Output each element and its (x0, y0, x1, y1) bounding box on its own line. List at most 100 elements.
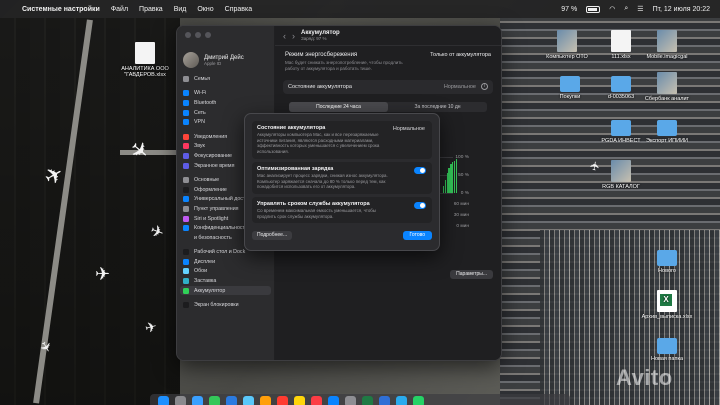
sidebar-item[interactable]: Заставка (177, 276, 274, 286)
menu-file[interactable]: Файл (111, 6, 128, 13)
options-button[interactable]: Параметры... (450, 270, 493, 279)
sidebar-item-label: VPN (194, 119, 205, 126)
launchpad-icon[interactable] (175, 396, 186, 405)
sidebar-item-label: Bluetooth (194, 99, 217, 106)
desktop-folder-icon[interactable]: Экспорт ИПИИИ (640, 116, 694, 144)
calendar-icon[interactable] (277, 396, 288, 405)
desktop-file-icon[interactable]: Сбербанк аналит (640, 72, 694, 102)
zoom-window-button[interactable] (205, 32, 211, 38)
battery-health-value: Нормальное (443, 83, 476, 90)
manage-lifespan-description: Со временем максимальная емкость уменьша… (257, 208, 376, 219)
avatar (183, 52, 199, 68)
profile-name: Дмитрий Дейс (204, 54, 244, 61)
chart-bars (443, 157, 457, 193)
done-button[interactable]: Готово (402, 231, 432, 241)
info-icon[interactable]: i (481, 83, 488, 91)
desktop-file-icon[interactable]: RGB КАТАЛОГ (594, 160, 648, 190)
sidebar-item[interactable]: Аккумулятор (180, 285, 271, 296)
sidebar-item-label: Экран блокировки (194, 302, 239, 309)
screenshot-icon (611, 160, 631, 182)
sidebar-item[interactable]: Bluetooth (177, 98, 274, 108)
optimized-charging-toggle[interactable] (414, 166, 426, 174)
safari-icon[interactable] (192, 396, 203, 405)
energy-mode-select[interactable]: Только от аккумулятора (430, 52, 491, 58)
excel-file-icon (657, 290, 677, 312)
desktop-folder-icon[interactable]: Покупки (543, 72, 597, 100)
sidebar-item-label: Сеть (194, 109, 206, 116)
sidebar-item-icon (183, 177, 189, 184)
maps-icon[interactable] (243, 396, 254, 405)
manage-lifespan-toggle[interactable] (414, 202, 426, 210)
desktop-file-icon[interactable]: Архив_выписка.xlsx (640, 290, 694, 320)
photos-icon[interactable] (260, 396, 271, 405)
desktop-folder-icon[interactable]: Новая папка (640, 334, 694, 362)
messages-icon[interactable] (209, 396, 220, 405)
sidebar-item-icon (183, 258, 189, 265)
sidebar-item-icon (183, 90, 189, 97)
notes-icon[interactable] (294, 396, 305, 405)
tab-last-24-hours[interactable]: Последние 24 часа (289, 101, 388, 112)
tab-last-10-days[interactable]: За последние 10 дн (388, 102, 487, 112)
word-icon[interactable] (379, 396, 390, 405)
wifi-icon[interactable]: ◠ (609, 5, 615, 13)
finder-icon[interactable] (158, 396, 169, 405)
sidebar-item-icon (183, 119, 189, 126)
search-icon[interactable]: ⌕ (624, 5, 628, 13)
desktop-folder-icon[interactable]: Нового (640, 246, 694, 274)
desktop-file-icon[interactable]: Компьютер ОТО (540, 30, 594, 60)
menu-bar: Системные настройки Файл Правка Вид Окно… (0, 0, 720, 18)
telegram-icon[interactable] (396, 396, 407, 405)
sidebar-item-icon (183, 268, 189, 275)
close-window-button[interactable] (185, 32, 191, 38)
menu-help[interactable]: Справка (225, 6, 252, 13)
desktop-file-icon[interactable]: АНАЛИТИКА ООО "ГАВДЕРОВ.xlsx (118, 42, 172, 78)
sidebar-item[interactable]: Экран блокировки (177, 300, 274, 310)
chart-tick-label: 30 мин (453, 213, 469, 218)
apple-id-profile[interactable]: Дмитрий Дейс Apple ID (177, 52, 274, 68)
manage-lifespan-title: Управлять сроком службы аккумулятора (257, 201, 370, 208)
sidebar-item-icon (183, 215, 189, 222)
menubar-clock[interactable]: Пт, 12 июля 20:22 (653, 6, 710, 13)
avito-watermark: Avito (616, 365, 673, 390)
pane-titlebar: ‹ › Аккумулятор Заряд: 97 % (275, 26, 501, 46)
sidebar-item-label: Заставка (194, 278, 217, 285)
minimize-window-button[interactable] (195, 32, 201, 38)
sidebar-item[interactable]: Дисплеи (177, 257, 274, 267)
sidebar-item-label: Универсальный доступ (194, 196, 251, 203)
sidebar-item[interactable]: Wi-Fi (177, 89, 274, 99)
dialog-health-value: Нормальное (392, 126, 425, 132)
sidebar-item-icon (183, 287, 189, 294)
app-store-icon[interactable] (328, 396, 339, 405)
sidebar-item-icon (183, 162, 189, 169)
forward-chevron-icon[interactable]: › (292, 31, 295, 41)
menu-view[interactable]: Вид (174, 6, 187, 13)
sidebar-item-label: Пункт управления (194, 205, 239, 212)
desktop-file-icon[interactable]: Mobile.imagicgal (640, 30, 694, 60)
excel-icon[interactable] (362, 396, 373, 405)
mail-icon[interactable] (226, 396, 237, 405)
sidebar-item-label: Оформление (194, 186, 227, 193)
battery-health-dialog: Состояние аккумулятора Аккумуляторы комп… (244, 113, 440, 251)
sidebar-item-label: Рабочий стол и Dock (194, 249, 246, 256)
sidebar-item-icon (183, 278, 189, 285)
control-center-icon[interactable]: ☰ (637, 5, 643, 13)
system-settings-icon[interactable] (345, 396, 356, 405)
sidebar-item-icon (183, 302, 189, 309)
dock (150, 394, 570, 405)
back-chevron-icon[interactable]: ‹ (283, 31, 286, 41)
whatsapp-icon[interactable] (413, 396, 424, 405)
screenshot-icon (657, 72, 677, 94)
battery-percent: 97 % (561, 5, 578, 13)
learn-more-button[interactable]: Подробнее... (252, 231, 293, 241)
sidebar-item[interactable]: Обои (177, 267, 274, 277)
folder-icon (611, 120, 631, 136)
menu-app-name[interactable]: Системные настройки (22, 6, 100, 13)
menu-edit[interactable]: Правка (139, 6, 163, 13)
battery-level-bar (455, 158, 457, 193)
battery-icon[interactable] (586, 5, 601, 13)
sidebar-item-family[interactable]: Семья (177, 74, 274, 84)
dialog-footer: Подробнее... Готово (252, 231, 432, 241)
optimized-charging-description: Мас анализирует процесс зарядки, снижая … (257, 172, 388, 190)
menu-window[interactable]: Окно (197, 6, 213, 13)
music-icon[interactable] (311, 396, 322, 405)
